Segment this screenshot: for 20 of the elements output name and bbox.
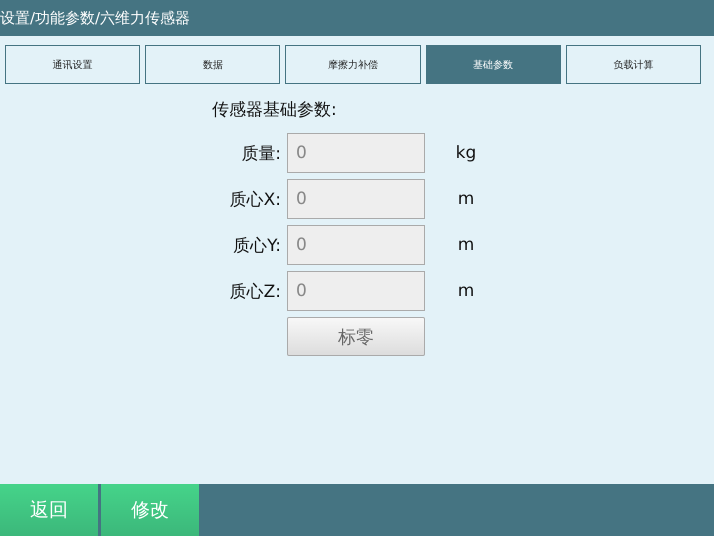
unit-label: kg [454,143,478,163]
field-label: 质量: [240,142,281,164]
zero-button[interactable]: 标零 [287,317,425,356]
section-title: 传感器基础参数: [212,99,338,121]
tab[interactable]: 基础参数 [426,45,561,84]
tab[interactable]: 通讯设置 [5,45,140,84]
tab[interactable]: 负载计算 [566,45,702,84]
field-label: 质心Z: [228,280,281,302]
field-label: 质心Y: [232,234,281,256]
input-field[interactable]: 0 [287,271,425,311]
tab[interactable]: 摩擦力补偿 [285,45,421,84]
unit-label: m [456,189,476,209]
tab[interactable]: 数据 [145,45,280,84]
input-field[interactable]: 0 [287,225,425,265]
field-label: 质心X: [228,188,281,210]
unit-label: m [456,235,476,255]
breadcrumb-title: 设置/功能参数/六维力传感器 [0,8,190,28]
unit-label: m [456,281,476,301]
input-field[interactable]: 0 [287,133,425,173]
input-field[interactable]: 0 [287,179,425,219]
